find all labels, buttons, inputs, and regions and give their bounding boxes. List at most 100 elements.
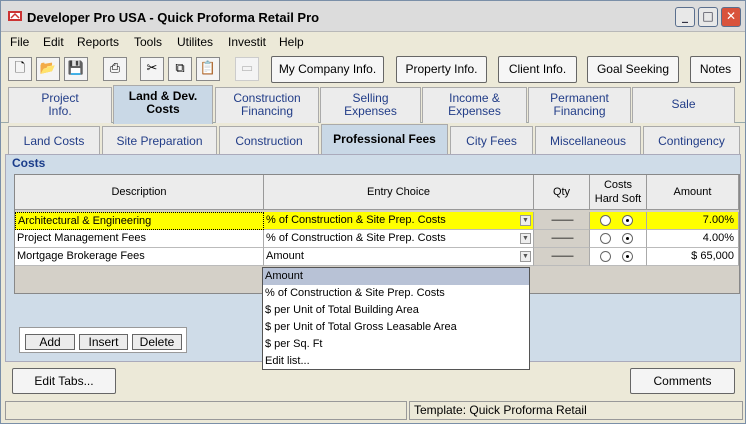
paste-icon[interactable]: 📋 [196,57,220,81]
tab-city-fees[interactable]: City Fees [450,126,533,154]
goal-seeking-button[interactable]: Goal Seeking [587,56,679,83]
entry-value: % of Construction & Site Prep. Costs [266,214,446,226]
insert-button[interactable]: Insert [79,334,128,350]
table-row[interactable]: Architectural & Engineering % of Constru… [15,212,739,230]
notes-button[interactable]: Notes [690,56,741,83]
tab-site-preparation[interactable]: Site Preparation [102,126,217,154]
save-disk-icon[interactable]: 💾 [64,57,88,81]
disabled-icon: ▭ [235,57,259,81]
row-qty: —— [534,230,590,248]
row-description[interactable]: Architectural & Engineering [15,212,264,230]
soft-radio[interactable] [622,251,633,262]
open-folder-icon[interactable]: 📂 [36,57,60,81]
print-icon[interactable]: ⎙ [103,57,127,81]
tab-land-costs[interactable]: Land Costs [8,126,100,154]
row-entry-choice[interactable]: Amount ▼ [264,248,534,266]
tab-professional-fees[interactable]: Professional Fees [321,124,448,155]
soft-radio[interactable] [622,215,633,226]
menu-utilites[interactable]: Utilites [177,35,213,49]
app-logo-icon [8,11,22,21]
row-amount[interactable]: 4.00% [647,230,739,248]
header-qty: Qty [534,175,590,210]
tab-contingency[interactable]: Contingency [643,126,740,154]
copy-icon[interactable]: ⧉ [168,57,192,81]
row-cost-type [590,230,647,248]
tab-sale[interactable]: Sale [632,87,735,123]
header-entry-choice: Entry Choice [264,175,534,210]
tab-income-expenses[interactable]: Income & Expenses [422,87,527,123]
edit-tabs-button[interactable]: Edit Tabs... [12,368,116,394]
dropdown-option[interactable]: $ per Unit of Total Gross Leasable Area [263,319,529,336]
my-company-info-button[interactable]: My Company Info. [271,56,384,83]
header-hard: Hard [594,193,619,205]
app-window: Developer Pro USA - Quick Proforma Retai… [0,0,746,424]
status-left [5,401,407,420]
window-title: Developer Pro USA - Quick Proforma Retai… [27,10,320,25]
hard-radio[interactable] [600,233,611,244]
hard-radio[interactable] [600,215,611,226]
delete-button[interactable]: Delete [132,334,182,350]
toolbar: 🗋 📂 💾 ⎙ ✂ ⧉ 📋 ▭ My Company Info. Propert… [1,53,745,83]
row-amount[interactable]: $ 65,000 [647,248,739,266]
row-actions: Add Insert Delete [19,327,187,353]
row-cost-type [590,248,647,266]
section-title: Costs [12,156,46,170]
menu-investit[interactable]: Investit [228,35,266,49]
dropdown-option[interactable]: % of Construction & Site Prep. Costs [263,285,529,302]
entry-value: % of Construction & Site Prep. Costs [266,232,446,244]
close-button[interactable]: ✕ [721,7,741,27]
minimize-button[interactable]: _ [675,7,695,27]
menu-bar: File Edit Reports Tools Utilites Investi… [1,33,745,52]
entry-choice-dropdown[interactable]: Amount % of Construction & Site Prep. Co… [262,267,530,370]
row-description[interactable]: Project Management Fees [15,230,264,248]
row-amount[interactable]: 7.00% [647,212,739,230]
sub-tabs: Land Costs Site Preparation Construction… [1,124,745,155]
header-costs-label: Costs [603,179,633,191]
dropdown-option[interactable]: $ per Sq. Ft [263,336,529,353]
table-row[interactable]: Mortgage Brokerage Fees Amount ▼ —— $ 65,… [15,248,739,266]
tab-project-info[interactable]: Project Info. [8,87,112,123]
property-info-button[interactable]: Property Info. [396,56,487,83]
dropdown-option[interactable]: $ per Unit of Total Building Area [263,302,529,319]
row-entry-choice[interactable]: % of Construction & Site Prep. Costs ▼ [264,230,534,248]
client-info-button[interactable]: Client Info. [498,56,577,83]
row-qty: —— [534,212,590,230]
cut-icon[interactable]: ✂ [140,57,164,81]
dropdown-option-edit-list[interactable]: Edit list... [263,353,529,370]
tab-selling-expenses[interactable]: Selling Expenses [320,87,421,123]
header-costs: Costs Hard Soft [590,175,647,210]
menu-reports[interactable]: Reports [77,35,119,49]
menu-edit[interactable]: Edit [43,35,64,49]
new-document-icon[interactable]: 🗋 [8,57,32,81]
maximize-button[interactable]: □ [698,7,718,27]
menu-help[interactable]: Help [279,35,304,49]
dropdown-arrow-icon[interactable]: ▼ [520,215,531,226]
header-amount: Amount [647,175,739,210]
status-bar: Template: Quick Proforma Retail [5,401,743,420]
dropdown-arrow-icon[interactable]: ▼ [520,233,531,244]
row-qty: —— [534,248,590,266]
tab-land-dev-costs[interactable]: Land & Dev. Costs [113,85,213,124]
main-tabs: Project Info. Land & Dev. Costs Construc… [1,85,745,124]
menu-tools[interactable]: Tools [134,35,162,49]
add-button[interactable]: Add [25,334,75,350]
tab-construction[interactable]: Construction [219,126,319,154]
header-description: Description [15,175,264,210]
row-description[interactable]: Mortgage Brokerage Fees [15,248,264,266]
entry-value: Amount [266,250,304,262]
tab-miscellaneous[interactable]: Miscellaneous [535,126,641,154]
dropdown-arrow-icon[interactable]: ▼ [520,251,531,262]
row-entry-choice[interactable]: % of Construction & Site Prep. Costs ▼ [264,212,534,230]
dropdown-option[interactable]: Amount [263,268,529,285]
table-row[interactable]: Project Management Fees % of Constructio… [15,230,739,248]
status-template: Template: Quick Proforma Retail [409,401,743,420]
menu-file[interactable]: File [10,35,29,49]
tab-construction-financing[interactable]: Construction Financing [215,87,319,123]
title-bar: Developer Pro USA - Quick Proforma Retai… [1,1,745,32]
soft-radio[interactable] [622,233,633,244]
tab-permanent-financing[interactable]: Permanent Financing [528,87,631,123]
comments-button[interactable]: Comments [630,368,735,394]
hard-radio[interactable] [600,251,611,262]
header-soft: Soft [621,193,642,205]
row-cost-type [590,212,647,230]
